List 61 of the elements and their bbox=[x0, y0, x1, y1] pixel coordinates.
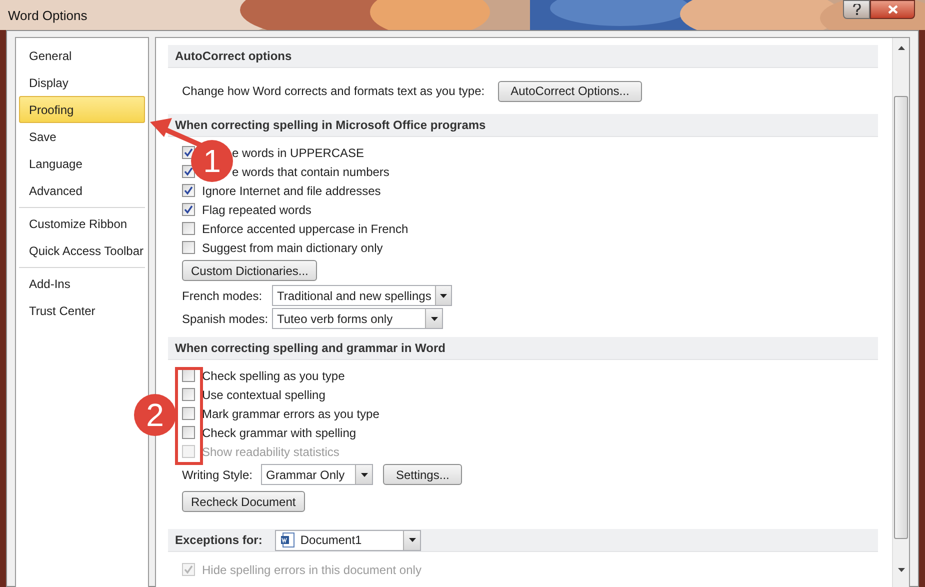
sidebar-item[interactable]: Save bbox=[19, 123, 145, 150]
section-title: AutoCorrect options bbox=[175, 48, 292, 65]
settings-button[interactable]: Settings... bbox=[383, 464, 462, 485]
dropdown-value: Grammar Only bbox=[266, 466, 345, 484]
close-icon bbox=[888, 5, 898, 14]
row-label: Change how Word corrects and formats text as you type: bbox=[182, 83, 485, 100]
checkbox-label: Show readability statistics bbox=[202, 444, 340, 460]
checkbox-label: Enforce accented uppercase in French bbox=[202, 220, 408, 238]
scroll-up-icon[interactable] bbox=[898, 46, 905, 50]
checkbox[interactable] bbox=[182, 222, 195, 235]
sidebar-item[interactable]: Quick Access Toolbar bbox=[19, 237, 145, 264]
help-button[interactable] bbox=[843, 0, 870, 19]
document-icon bbox=[280, 532, 296, 548]
action-button[interactable]: Custom Dictionaries... bbox=[182, 260, 318, 281]
checkbox[interactable] bbox=[182, 203, 195, 216]
dropdown-value: Document1 bbox=[300, 532, 362, 549]
sidebar-item[interactable]: Add-Ins bbox=[19, 270, 145, 297]
checkbox[interactable] bbox=[182, 369, 195, 382]
field-label: French modes: bbox=[182, 288, 264, 304]
section-title: When correcting spelling in Microsoft Office programs bbox=[175, 117, 486, 134]
autocorrect-options-button[interactable]: AutoCorrect Options... bbox=[498, 80, 642, 102]
dropdown[interactable]: Document1 bbox=[275, 530, 422, 550]
checkbox-label: Check grammar with spelling bbox=[202, 424, 356, 442]
scroll-down-icon[interactable] bbox=[898, 568, 905, 572]
checkbox-label: Check spelling as you type bbox=[202, 368, 345, 384]
sidebar-item[interactable]: Language bbox=[19, 150, 145, 177]
dropdown[interactable]: Traditional and new spellings bbox=[272, 285, 452, 306]
checkbox-label: e words that contain numbers bbox=[232, 164, 390, 180]
checkbox[interactable] bbox=[182, 407, 195, 420]
sidebar-item[interactable]: Advanced bbox=[19, 177, 145, 204]
field-label: Spanish modes: bbox=[182, 310, 270, 328]
scrollbar-thumb[interactable] bbox=[894, 96, 908, 539]
checkbox-label: Suggest from main dictionary only bbox=[202, 240, 383, 256]
checkbox-label: Flag repeated words bbox=[202, 202, 312, 218]
checkbox-label: Hide spelling errors in this document only bbox=[202, 562, 422, 578]
checkbox-label: Use contextual spelling bbox=[202, 386, 326, 404]
checkbox[interactable] bbox=[182, 426, 195, 439]
section-title: When correcting spelling and grammar in Word bbox=[175, 340, 446, 357]
dropdown-value: Tuteo verb forms only bbox=[277, 310, 393, 328]
dropdown[interactable]: Tuteo verb forms only bbox=[272, 308, 443, 329]
checkbox[interactable] bbox=[182, 165, 195, 178]
checkbox-label: Mark grammar errors as you type bbox=[202, 406, 380, 422]
dropdown-value: Traditional and new spellings bbox=[277, 288, 432, 304]
sidebar-item[interactable]: General bbox=[19, 42, 145, 69]
checkbox[interactable] bbox=[182, 241, 195, 254]
action-button[interactable]: Recheck Document bbox=[182, 491, 305, 512]
field-label: Writing Style: bbox=[182, 466, 254, 484]
sidebar-item[interactable]: Customize Ribbon bbox=[19, 210, 145, 237]
checkbox-label: e words in UPPERCASE bbox=[232, 144, 364, 162]
checkbox[interactable] bbox=[182, 184, 195, 197]
window-title: Word Options bbox=[8, 7, 88, 25]
help-icon bbox=[852, 4, 860, 15]
sidebar-item[interactable]: Proofing bbox=[19, 96, 145, 123]
scrollbar[interactable] bbox=[892, 38, 909, 587]
close-button[interactable] bbox=[870, 0, 915, 19]
checkbox-label: Ignore Internet and file addresses bbox=[202, 182, 381, 200]
sidebar-item[interactable]: Display bbox=[19, 69, 145, 96]
sidebar-item[interactable]: Trust Center bbox=[19, 297, 145, 324]
dropdown[interactable]: Grammar Only bbox=[261, 464, 373, 485]
section-title: Exceptions for: bbox=[175, 532, 262, 549]
checkbox[interactable] bbox=[182, 388, 195, 401]
